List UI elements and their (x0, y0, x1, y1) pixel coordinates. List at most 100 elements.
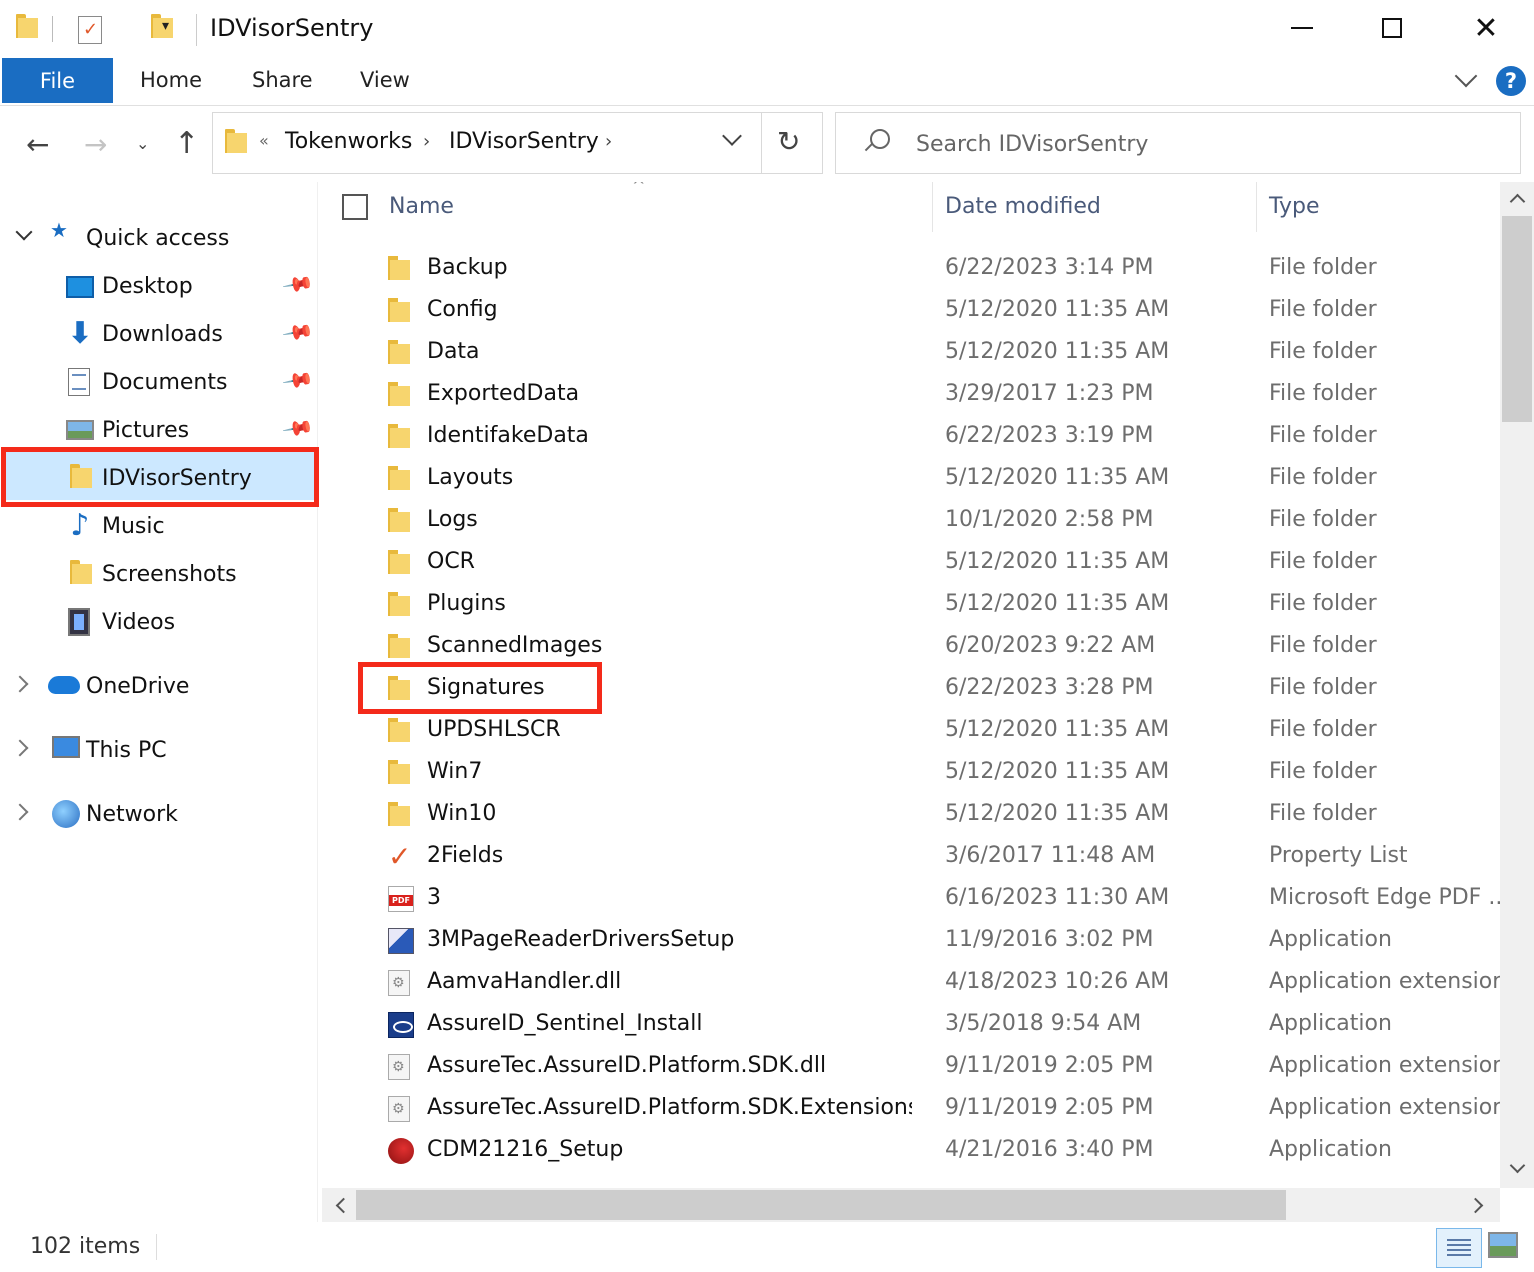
folder-icon (388, 592, 414, 618)
column-header-date-modified[interactable]: Date modified (945, 194, 1101, 219)
up-button[interactable]: ↑ (174, 126, 199, 161)
help-button[interactable]: ? (1496, 66, 1526, 96)
this-pc-icon (52, 736, 80, 758)
customize-quick-access-dropdown[interactable]: ▾ (162, 18, 169, 34)
sidebar-item-videos[interactable]: Videos (0, 598, 318, 646)
table-row[interactable]: ✓ 2Fields 3/6/2017 11:48 AM Property List (322, 836, 1500, 878)
overflow-chevron-icon[interactable]: « (259, 131, 269, 150)
table-row[interactable]: Plugins 5/12/2020 11:35 AM File folder (322, 584, 1500, 626)
table-row[interactable]: Layouts 5/12/2020 11:35 AM File folder (322, 458, 1500, 500)
maximize-button[interactable] (1362, 8, 1422, 48)
pin-icon[interactable]: 📌 (281, 267, 315, 301)
table-row[interactable]: Win7 5/12/2020 11:35 AM File folder (322, 752, 1500, 794)
sidebar-item-this-pc[interactable]: This PC (0, 726, 318, 774)
scroll-up-icon[interactable] (1510, 192, 1524, 206)
scrollbar-thumb[interactable] (356, 1190, 1286, 1220)
column-divider[interactable] (932, 182, 933, 232)
sidebar-item-label: Documents (102, 369, 228, 395)
sidebar-quick-access[interactable]: ★ Quick access (0, 214, 318, 262)
breadcrumb-separator-icon[interactable]: › (423, 131, 430, 152)
column-header-type[interactable]: Type (1269, 194, 1320, 219)
refresh-button[interactable]: ↻ (777, 125, 800, 158)
table-row[interactable]: Data 5/12/2020 11:35 AM File folder (322, 332, 1500, 374)
scroll-down-icon[interactable] (1510, 1162, 1524, 1176)
folder-icon (388, 508, 414, 534)
sidebar-item-screenshots[interactable]: Screenshots (0, 550, 318, 598)
scroll-right-icon[interactable] (1472, 1198, 1486, 1212)
onedrive-icon (48, 676, 80, 694)
file-type: Application (1269, 927, 1392, 952)
table-row[interactable]: UPDSHLSCR 5/12/2020 11:35 AM File folder (322, 710, 1500, 752)
sidebar-item-network[interactable]: Network (0, 790, 318, 838)
table-row[interactable]: OCR 5/12/2020 11:35 AM File folder (322, 542, 1500, 584)
file-name: Data (427, 339, 480, 364)
table-row[interactable]: Win10 5/12/2020 11:35 AM File folder (322, 794, 1500, 836)
chevron-down-icon[interactable] (16, 228, 32, 244)
sidebar-item-desktop[interactable]: Desktop 📌 (0, 262, 318, 310)
expand-ribbon-chevron-icon[interactable] (1454, 68, 1480, 88)
folder-icon (388, 550, 414, 576)
search-input[interactable] (916, 127, 1496, 161)
sidebar-item-music[interactable]: ♪ Music (0, 502, 318, 550)
table-row[interactable]: AssureTec.AssureID.Platform.SDK.dll 9/11/… (322, 1046, 1500, 1088)
address-bar[interactable]: « Tokenworks › IDVisorSentry › ↻ (212, 112, 823, 174)
column-header-name[interactable]: Name (389, 194, 454, 219)
recent-locations-chevron-icon[interactable]: ⌄ (136, 134, 149, 153)
table-row[interactable]: PDF 3 6/16/2023 11:30 AM Microsoft Edge PDF… (322, 878, 1500, 920)
navigation-bar: ← → ⌄ ↑ « Tokenworks › IDVisorSentry › ↻ (0, 106, 1534, 182)
vertical-scrollbar[interactable] (1500, 182, 1534, 1188)
table-row[interactable]: CDM21216_Setup 4/21/2016 3:40 PM Applicati… (322, 1130, 1500, 1172)
breadcrumb-idvisorsentry[interactable]: IDVisorSentry (449, 129, 599, 154)
date-modified: 9/11/2019 2:05 PM (945, 1053, 1154, 1078)
chevron-right-icon[interactable] (16, 676, 32, 692)
table-row[interactable]: Config 5/12/2020 11:35 AM File folder (322, 290, 1500, 332)
pin-icon[interactable]: 📌 (281, 315, 315, 349)
close-button[interactable]: ✕ (1456, 8, 1516, 48)
properties-icon[interactable]: ✓ (78, 16, 102, 44)
large-icons-view-icon[interactable] (1488, 1232, 1518, 1258)
table-row[interactable]: ExportedData 3/29/2017 1:23 PM File folder (322, 374, 1500, 416)
folder-icon[interactable] (16, 14, 38, 40)
table-row[interactable]: AssureID_Sentinel_Install 3/5/2018 9:54 A… (322, 1004, 1500, 1046)
breadcrumb-tokenworks[interactable]: Tokenworks (285, 129, 412, 154)
breadcrumb-separator-icon[interactable]: › (605, 131, 612, 152)
chevron-right-icon[interactable] (16, 740, 32, 756)
minimize-button[interactable] (1272, 8, 1332, 48)
address-dropdown-chevron-icon[interactable] (721, 129, 741, 149)
back-button[interactable]: ← (26, 128, 49, 161)
date-modified: 3/6/2017 11:48 AM (945, 843, 1156, 868)
tab-view[interactable]: View (360, 68, 410, 92)
pin-icon[interactable]: 📌 (281, 363, 315, 397)
table-row[interactable]: AssureTec.AssureID.Platform.SDK.Extensio… (322, 1088, 1500, 1130)
table-row[interactable]: Logs 10/1/2020 2:58 PM File folder (322, 500, 1500, 542)
table-row[interactable]: IdentifakeData 6/22/2023 3:19 PM File fold… (322, 416, 1500, 458)
file-name: ExportedData (427, 381, 580, 406)
pin-icon[interactable]: 📌 (281, 411, 315, 445)
table-row[interactable]: Backup 6/22/2023 3:14 PM File folder (322, 248, 1500, 290)
pictures-icon (66, 420, 94, 440)
chevron-right-icon[interactable] (16, 804, 32, 820)
file-type: File folder (1269, 339, 1377, 364)
sidebar-item-onedrive[interactable]: OneDrive (0, 662, 318, 710)
downloads-icon: ⬇ (67, 316, 93, 351)
tab-home[interactable]: Home (140, 68, 202, 92)
tab-file[interactable]: File (2, 58, 113, 103)
date-modified: 6/22/2023 3:19 PM (945, 423, 1154, 448)
search-box[interactable] (835, 112, 1521, 174)
sidebar-item-downloads[interactable]: ⬇ Downloads 📌 (0, 310, 318, 358)
forward-button[interactable]: → (84, 128, 107, 161)
file-type: File folder (1269, 255, 1377, 280)
folder-icon (388, 718, 414, 744)
horizontal-scrollbar[interactable] (322, 1188, 1500, 1222)
file-name: AssureTec.AssureID.Platform.SDK.dll (427, 1053, 827, 1078)
scrollbar-thumb[interactable] (1502, 216, 1532, 422)
tab-share[interactable]: Share (252, 68, 313, 92)
select-all-checkbox[interactable] (342, 194, 368, 220)
column-divider[interactable] (1256, 182, 1257, 232)
table-row[interactable]: 3MPageReaderDriversSetup 11/9/2016 3:02 P… (322, 920, 1500, 962)
file-name: 2Fields (427, 843, 504, 868)
sidebar-item-documents[interactable]: Documents 📌 (0, 358, 318, 406)
details-view-icon[interactable] (1436, 1228, 1482, 1268)
scroll-left-icon[interactable] (334, 1198, 348, 1212)
table-row[interactable]: AamvaHandler.dll 4/18/2023 10:26 AM Applic… (322, 962, 1500, 1004)
